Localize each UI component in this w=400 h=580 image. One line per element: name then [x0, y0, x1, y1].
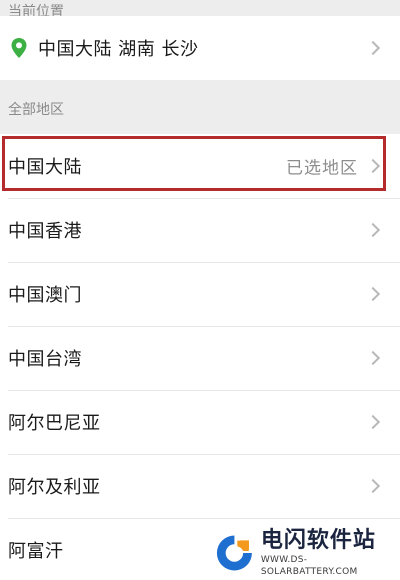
- region-item-algeria[interactable]: 阿尔及利亚: [0, 454, 400, 518]
- chevron-right-icon: [365, 414, 381, 430]
- region-item-taiwan[interactable]: 中国台湾: [0, 326, 400, 390]
- selected-region-tag: 已选地区: [286, 158, 358, 179]
- region-label: 阿富汗: [8, 541, 64, 562]
- current-location-header: 当前位置: [0, 0, 400, 16]
- region-label: 中国大陆: [8, 157, 82, 178]
- all-regions-header: 全部地区: [0, 84, 400, 134]
- current-location-label: 中国大陆 湖南 长沙: [38, 39, 199, 60]
- chevron-right-icon: [365, 350, 381, 366]
- watermark-title: 电闪软件站: [260, 528, 376, 553]
- location-pin-icon: [11, 38, 27, 58]
- region-label: 阿尔及利亚: [8, 477, 101, 498]
- region-label: 中国澳门: [8, 285, 82, 306]
- current-location-row[interactable]: 中国大陆 湖南 长沙: [0, 16, 400, 80]
- region-label: 中国台湾: [8, 349, 82, 370]
- region-item-hong-kong[interactable]: 中国香港: [0, 198, 400, 262]
- chevron-right-icon: [365, 478, 381, 494]
- region-item-mainland-china[interactable]: 中国大陆 已选地区: [0, 134, 400, 198]
- all-regions-header-text: 全部地区: [8, 102, 64, 118]
- region-list: 中国大陆 已选地区 中国香港 中国澳门 中国台湾 阿尔巴尼亚 阿尔及利亚 阿富汗: [0, 134, 400, 580]
- region-item-macau[interactable]: 中国澳门: [0, 262, 400, 326]
- chevron-right-icon: [365, 158, 381, 174]
- chevron-right-icon: [365, 286, 381, 302]
- region-label: 中国香港: [8, 221, 82, 242]
- region-label: 阿尔巴尼亚: [8, 413, 101, 434]
- watermark-logo-icon: [216, 535, 252, 571]
- chevron-right-icon: [365, 222, 381, 238]
- watermark: 电闪软件站 WWW.DS-SOLARBATTERY.COM: [214, 526, 400, 580]
- chevron-right-icon: [365, 40, 381, 56]
- watermark-url: WWW.DS-SOLARBATTERY.COM: [260, 555, 358, 577]
- current-location-header-text: 当前位置: [8, 4, 64, 16]
- region-item-albania[interactable]: 阿尔巴尼亚: [0, 390, 400, 454]
